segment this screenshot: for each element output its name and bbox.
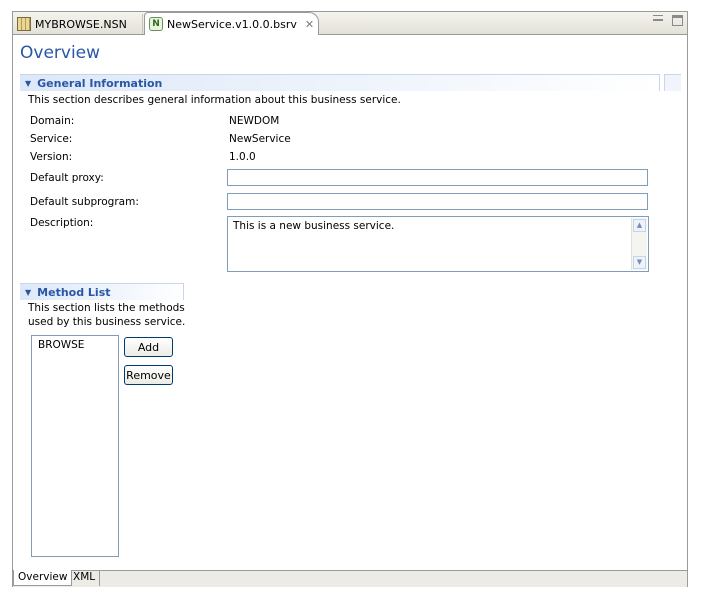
default-proxy-field[interactable]	[227, 169, 648, 186]
description-textarea[interactable]: This is a new business service. ▲ ▼	[227, 216, 649, 272]
description-scrollbar[interactable]: ▲ ▼	[631, 218, 647, 270]
editor-tab-strip: MYBROWSE.NSN N NewService.v1.0.0.bsrv ✕	[13, 12, 687, 35]
default-subprogram-label: Default subprogram:	[30, 196, 139, 208]
section-title: General Information	[37, 76, 163, 90]
description-label: Description:	[30, 217, 94, 229]
remove-button[interactable]: Remove	[124, 365, 173, 385]
maximize-icon[interactable]	[672, 15, 683, 26]
tab-xml[interactable]: XML	[69, 570, 101, 586]
method-list-header[interactable]: ▼ Method List	[20, 283, 184, 300]
general-section-description: This section describes general informati…	[28, 94, 401, 106]
business-service-icon: N	[149, 17, 163, 31]
tab-overview[interactable]: Overview	[13, 570, 73, 586]
expand-toggle-icon[interactable]: ▼	[25, 79, 31, 88]
bottom-tab-strip: Overview XML	[13, 570, 687, 587]
service-label: Service:	[30, 133, 73, 145]
method-section-description-line1: This section lists the methods	[28, 302, 185, 314]
tab-label: MYBROWSE.NSN	[35, 17, 127, 31]
version-value: 1.0.0	[229, 151, 256, 163]
tab-mybrowse-nsn[interactable]: MYBROWSE.NSN	[13, 14, 143, 34]
tab-newservice-bsrv[interactable]: N NewService.v1.0.0.bsrv ✕	[144, 12, 319, 35]
page-title: Overview	[20, 43, 101, 63]
nsn-file-icon	[17, 17, 31, 31]
domain-label: Domain:	[30, 115, 75, 127]
scroll-down-icon[interactable]: ▼	[633, 256, 646, 269]
service-value: NewService	[229, 133, 291, 145]
minimize-icon[interactable]	[653, 15, 663, 21]
section-title: Method List	[37, 285, 111, 299]
version-label: Version:	[30, 151, 73, 163]
editor-window: MYBROWSE.NSN N NewService.v1.0.0.bsrv ✕ …	[12, 11, 688, 587]
description-text: This is a new business service.	[233, 220, 395, 232]
window-controls	[653, 15, 683, 26]
domain-value: NEWDOM	[229, 115, 280, 127]
expand-toggle-icon[interactable]: ▼	[25, 288, 31, 297]
scroll-up-icon[interactable]: ▲	[633, 219, 646, 232]
method-section-description-line2: used by this business service.	[28, 316, 186, 328]
method-list[interactable]: BROWSE	[31, 335, 119, 557]
general-information-header[interactable]: ▼ General Information	[20, 74, 660, 91]
list-item[interactable]: BROWSE	[38, 339, 112, 351]
close-icon[interactable]: ✕	[305, 18, 314, 31]
default-subprogram-field[interactable]	[227, 193, 648, 210]
tab-label: NewService.v1.0.0.bsrv	[167, 17, 297, 31]
default-proxy-label: Default proxy:	[30, 172, 104, 184]
section-header-tail	[664, 74, 681, 91]
add-button[interactable]: Add	[124, 337, 173, 357]
